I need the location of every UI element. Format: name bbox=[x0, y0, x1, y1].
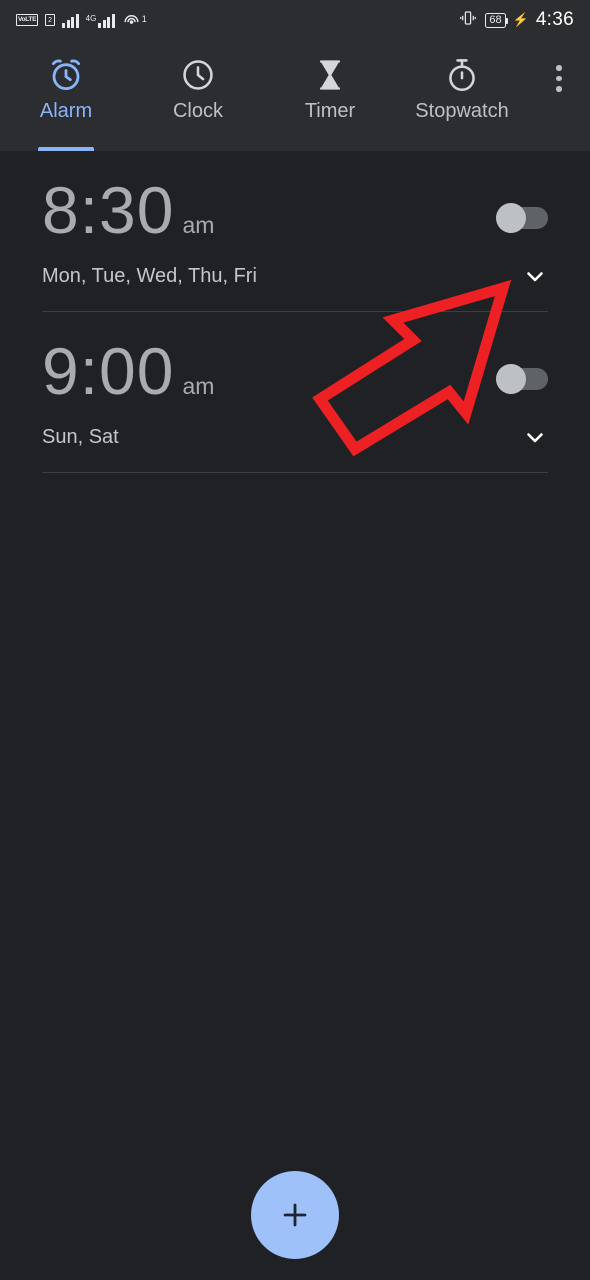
tab-timer-label: Timer bbox=[304, 100, 356, 122]
alarm-time-display[interactable]: 9:00 am bbox=[42, 338, 214, 404]
alarm-list: 8:30 am Mon, Tue, Wed, Thu, Fri 9:00 am … bbox=[0, 151, 590, 473]
status-bar-clock: 4:36 bbox=[535, 9, 574, 30]
battery-icon: 68 bbox=[485, 12, 509, 28]
alarm-ampm: am bbox=[182, 212, 215, 238]
alarm-item[interactable]: 9:00 am Sun, Sat bbox=[0, 312, 590, 472]
chevron-down-icon[interactable] bbox=[522, 263, 548, 289]
alarm-time-row: 8:30 am bbox=[42, 151, 548, 243]
tab-clock-label: Clock bbox=[172, 100, 223, 122]
alarm-days-row: Sun, Sat bbox=[42, 404, 548, 472]
alarm-clock-icon bbox=[46, 54, 86, 96]
alarm-time: 8:30 bbox=[42, 173, 175, 247]
tab-stopwatch-label: Stopwatch bbox=[415, 100, 509, 122]
hotspot-icon: 1 bbox=[122, 11, 148, 30]
tab-alarm-label: Alarm bbox=[39, 100, 93, 122]
more-vertical-icon-dot bbox=[556, 75, 562, 82]
alarm-toggle[interactable] bbox=[496, 203, 548, 233]
signal-strength-icon-2: 4G bbox=[86, 12, 115, 28]
charging-bolt-icon: ⚡ bbox=[512, 12, 529, 27]
tab-clock[interactable]: Clock bbox=[132, 40, 264, 151]
alarm-ampm: am bbox=[182, 373, 215, 399]
alarm-toggle[interactable] bbox=[496, 364, 548, 394]
alarm-item[interactable]: 8:30 am Mon, Tue, Wed, Thu, Fri bbox=[0, 151, 590, 311]
more-vertical-icon-dot bbox=[556, 65, 562, 71]
tab-stopwatch[interactable]: Stopwatch bbox=[396, 40, 528, 151]
alarm-days-row: Mon, Tue, Wed, Thu, Fri bbox=[42, 243, 548, 311]
tab-alarm[interactable]: Alarm bbox=[0, 40, 132, 151]
status-bar-left: VoLTE 2 4G 1 bbox=[16, 11, 148, 30]
chevron-down-icon[interactable] bbox=[522, 424, 548, 450]
vibrate-icon bbox=[458, 9, 478, 32]
add-alarm-fab[interactable] bbox=[251, 1171, 339, 1259]
sim-icon: 2 bbox=[45, 14, 56, 26]
plus-icon bbox=[283, 1203, 307, 1227]
clock-app-screen: VoLTE 2 4G 1 68 ⚡ 4:36 Alarm Clock Timer… bbox=[0, 0, 590, 1280]
volte-icon: VoLTE bbox=[16, 14, 39, 26]
signal-strength-icon-1 bbox=[62, 12, 79, 28]
alarm-days: Mon, Tue, Wed, Thu, Fri bbox=[42, 264, 257, 287]
hourglass-icon bbox=[312, 54, 348, 96]
alarm-divider bbox=[42, 472, 548, 473]
alarm-days: Sun, Sat bbox=[42, 425, 119, 448]
overflow-menu-button[interactable] bbox=[528, 40, 590, 151]
status-bar: VoLTE 2 4G 1 68 ⚡ 4:36 bbox=[0, 0, 590, 40]
alarm-time: 9:00 bbox=[42, 334, 175, 408]
hotspot-count-label: 1 bbox=[141, 13, 147, 24]
status-bar-right: 68 ⚡ 4:36 bbox=[458, 9, 574, 32]
stopwatch-icon bbox=[443, 54, 481, 96]
clock-icon bbox=[179, 54, 217, 96]
alarm-time-display[interactable]: 8:30 am bbox=[42, 177, 214, 243]
tab-bar: Alarm Clock Timer Stopwatch bbox=[0, 40, 590, 151]
tab-timer[interactable]: Timer bbox=[264, 40, 396, 151]
more-vertical-icon-dot bbox=[556, 86, 562, 92]
network-type-label: 4G bbox=[85, 14, 97, 23]
alarm-toggle-knob bbox=[496, 364, 526, 394]
alarm-time-row: 9:00 am bbox=[42, 312, 548, 404]
alarm-toggle-knob bbox=[496, 203, 526, 233]
